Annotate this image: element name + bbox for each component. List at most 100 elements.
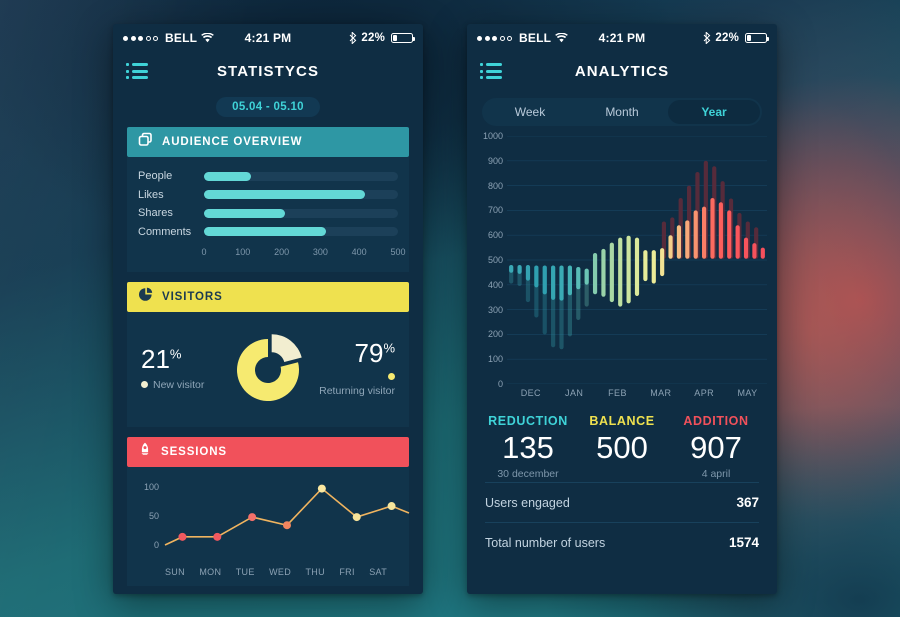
percent-symbol: % bbox=[383, 339, 395, 355]
audience-x-axis: 0 100 200 300 400 500 bbox=[201, 247, 405, 260]
sessions-data-point[interactable] bbox=[352, 513, 361, 522]
stat-title: ADDITION bbox=[683, 414, 749, 428]
analytics-bar[interactable] bbox=[584, 268, 589, 285]
segment-week[interactable]: Week bbox=[484, 100, 576, 124]
analytics-bar[interactable] bbox=[601, 248, 606, 297]
audience-bar-fill bbox=[204, 171, 251, 181]
sessions-data-point[interactable] bbox=[248, 513, 257, 522]
analytics-tick-label: 300 bbox=[487, 304, 503, 315]
analytics-x-label: MAR bbox=[650, 388, 672, 398]
carrier-label: BELL bbox=[519, 31, 552, 45]
analytics-bar[interactable] bbox=[634, 237, 640, 296]
summary-row: Total number of users 1574 bbox=[485, 522, 759, 562]
analytics-bar[interactable] bbox=[517, 264, 522, 274]
stat-subtitle: 4 april bbox=[701, 468, 731, 481]
analytics-bar[interactable] bbox=[567, 265, 572, 296]
analytics-bar[interactable] bbox=[727, 210, 732, 259]
segment-year[interactable]: Year bbox=[668, 100, 760, 124]
analytics-tick-label: 900 bbox=[487, 155, 503, 166]
sessions-x-label: MON bbox=[199, 567, 222, 577]
analytics-bar[interactable] bbox=[660, 248, 665, 277]
analytics-bar[interactable] bbox=[668, 235, 673, 259]
sessions-data-point[interactable] bbox=[178, 532, 187, 541]
new-visitor-label: New visitor bbox=[153, 378, 205, 391]
analytics-bar[interactable] bbox=[509, 264, 514, 273]
analytics-plot-area bbox=[507, 135, 767, 385]
analytics-y-axis: 0 100 200 300 400 500 600 700 800 900 1000 bbox=[473, 131, 503, 389]
legend-dot-returning bbox=[388, 372, 395, 380]
analytics-bar[interactable] bbox=[718, 202, 723, 259]
analytics-bar[interactable] bbox=[534, 265, 539, 288]
analytics-bar[interactable] bbox=[618, 237, 623, 307]
date-range-pill[interactable]: 05.04 - 05.10 bbox=[216, 97, 320, 117]
clock-label: 4:21 PM bbox=[244, 31, 292, 45]
analytics-tick-label: 800 bbox=[487, 180, 503, 191]
analytics-bar[interactable] bbox=[559, 265, 564, 301]
period-segmented-control[interactable]: Week Month Year bbox=[482, 98, 762, 126]
sessions-x-axis: SUN MON TUE WED THU FRI SAT bbox=[135, 566, 401, 582]
sessions-chart-body: 0 50 100 SUN MON TUE WED THU FRI SAT bbox=[127, 467, 410, 586]
card-header-sessions: SESSIONS bbox=[127, 437, 409, 467]
summary-stats-row: REDUCTION 135 30 december BALANCE 500 ADD… bbox=[467, 408, 777, 482]
copy-layers-icon bbox=[138, 132, 153, 152]
battery-icon bbox=[745, 33, 770, 43]
summary-row-value: 1574 bbox=[728, 535, 759, 551]
stat-reduction: REDUCTION 135 30 december bbox=[481, 414, 575, 482]
phone-statistics: BELL 4:21 PM 22% STATISTYCS 05.04 - 05.1… bbox=[113, 24, 423, 594]
audience-bar-row: Likes bbox=[138, 186, 398, 205]
audience-chart-body: People Likes Shares Comments 0 100 200 300 400 5… bbox=[127, 157, 409, 272]
signal-strength-icon bbox=[123, 35, 158, 41]
analytics-tick-label: 500 bbox=[487, 255, 503, 265]
audience-tick-label: 0 bbox=[201, 247, 207, 257]
analytics-range-bar-chart: 0 100 200 300 400 500 600 700 800 900 1000 DEC JAN F… bbox=[467, 131, 777, 408]
audience-bar-row: People bbox=[138, 167, 398, 186]
summary-row: Users engaged 367 bbox=[485, 482, 759, 522]
visitors-donut-chart bbox=[225, 325, 311, 411]
analytics-bar[interactable] bbox=[743, 237, 749, 259]
analytics-bar[interactable] bbox=[651, 250, 656, 284]
page-title: STATISTYCS bbox=[216, 62, 320, 80]
analytics-bar[interactable] bbox=[609, 242, 614, 303]
sessions-x-label: WED bbox=[269, 567, 292, 577]
audience-bar-label: Shares bbox=[138, 207, 173, 220]
hamburger-list-icon[interactable] bbox=[126, 63, 148, 79]
analytics-bar[interactable] bbox=[735, 225, 740, 259]
pie-chart-icon bbox=[138, 287, 153, 307]
card-sessions: SESSIONS 0 50 100 SUN MON TUE WED THU FRI SAT bbox=[127, 437, 410, 586]
analytics-bar[interactable] bbox=[710, 198, 715, 259]
analytics-x-label: FEB bbox=[608, 388, 627, 398]
new-visitor-percent: 21 bbox=[141, 343, 170, 374]
sessions-data-point[interactable] bbox=[283, 521, 291, 530]
analytics-bar[interactable] bbox=[643, 250, 648, 282]
analytics-bar[interactable] bbox=[525, 264, 531, 281]
bluetooth-icon bbox=[349, 32, 357, 44]
analytics-bar[interactable] bbox=[676, 225, 682, 259]
sessions-data-point[interactable] bbox=[317, 484, 326, 493]
hamburger-list-icon[interactable] bbox=[480, 63, 502, 79]
analytics-bar[interactable] bbox=[693, 210, 698, 259]
segment-month[interactable]: Month bbox=[576, 100, 668, 124]
analytics-tick-label: 600 bbox=[487, 230, 503, 241]
sessions-data-point[interactable] bbox=[387, 502, 396, 511]
audience-tick-label: 100 bbox=[235, 247, 251, 257]
bluetooth-icon bbox=[703, 32, 711, 44]
carrier-label: BELL bbox=[165, 31, 198, 45]
status-bar-right: BELL 4:21 PM 22% bbox=[467, 24, 777, 52]
sessions-tick-label: 100 bbox=[144, 482, 159, 492]
sessions-tick-label: 0 bbox=[154, 540, 159, 550]
nav-bar-left: STATISTYCS bbox=[113, 52, 423, 90]
analytics-bar[interactable] bbox=[551, 265, 556, 300]
analytics-bar[interactable] bbox=[576, 266, 581, 290]
stat-value: 907 bbox=[690, 430, 742, 465]
analytics-bar[interactable] bbox=[685, 220, 690, 259]
sessions-data-point[interactable] bbox=[213, 532, 222, 541]
stat-value: 500 bbox=[596, 430, 648, 465]
analytics-bar[interactable] bbox=[626, 235, 631, 304]
analytics-bar[interactable] bbox=[702, 206, 707, 259]
status-bar-left: BELL 4:21 PM 22% bbox=[113, 24, 423, 52]
analytics-bar[interactable] bbox=[752, 243, 757, 259]
analytics-bar[interactable] bbox=[760, 247, 765, 259]
analytics-bar[interactable] bbox=[592, 253, 598, 295]
analytics-bar[interactable] bbox=[542, 265, 547, 295]
stat-title: REDUCTION bbox=[488, 414, 568, 428]
